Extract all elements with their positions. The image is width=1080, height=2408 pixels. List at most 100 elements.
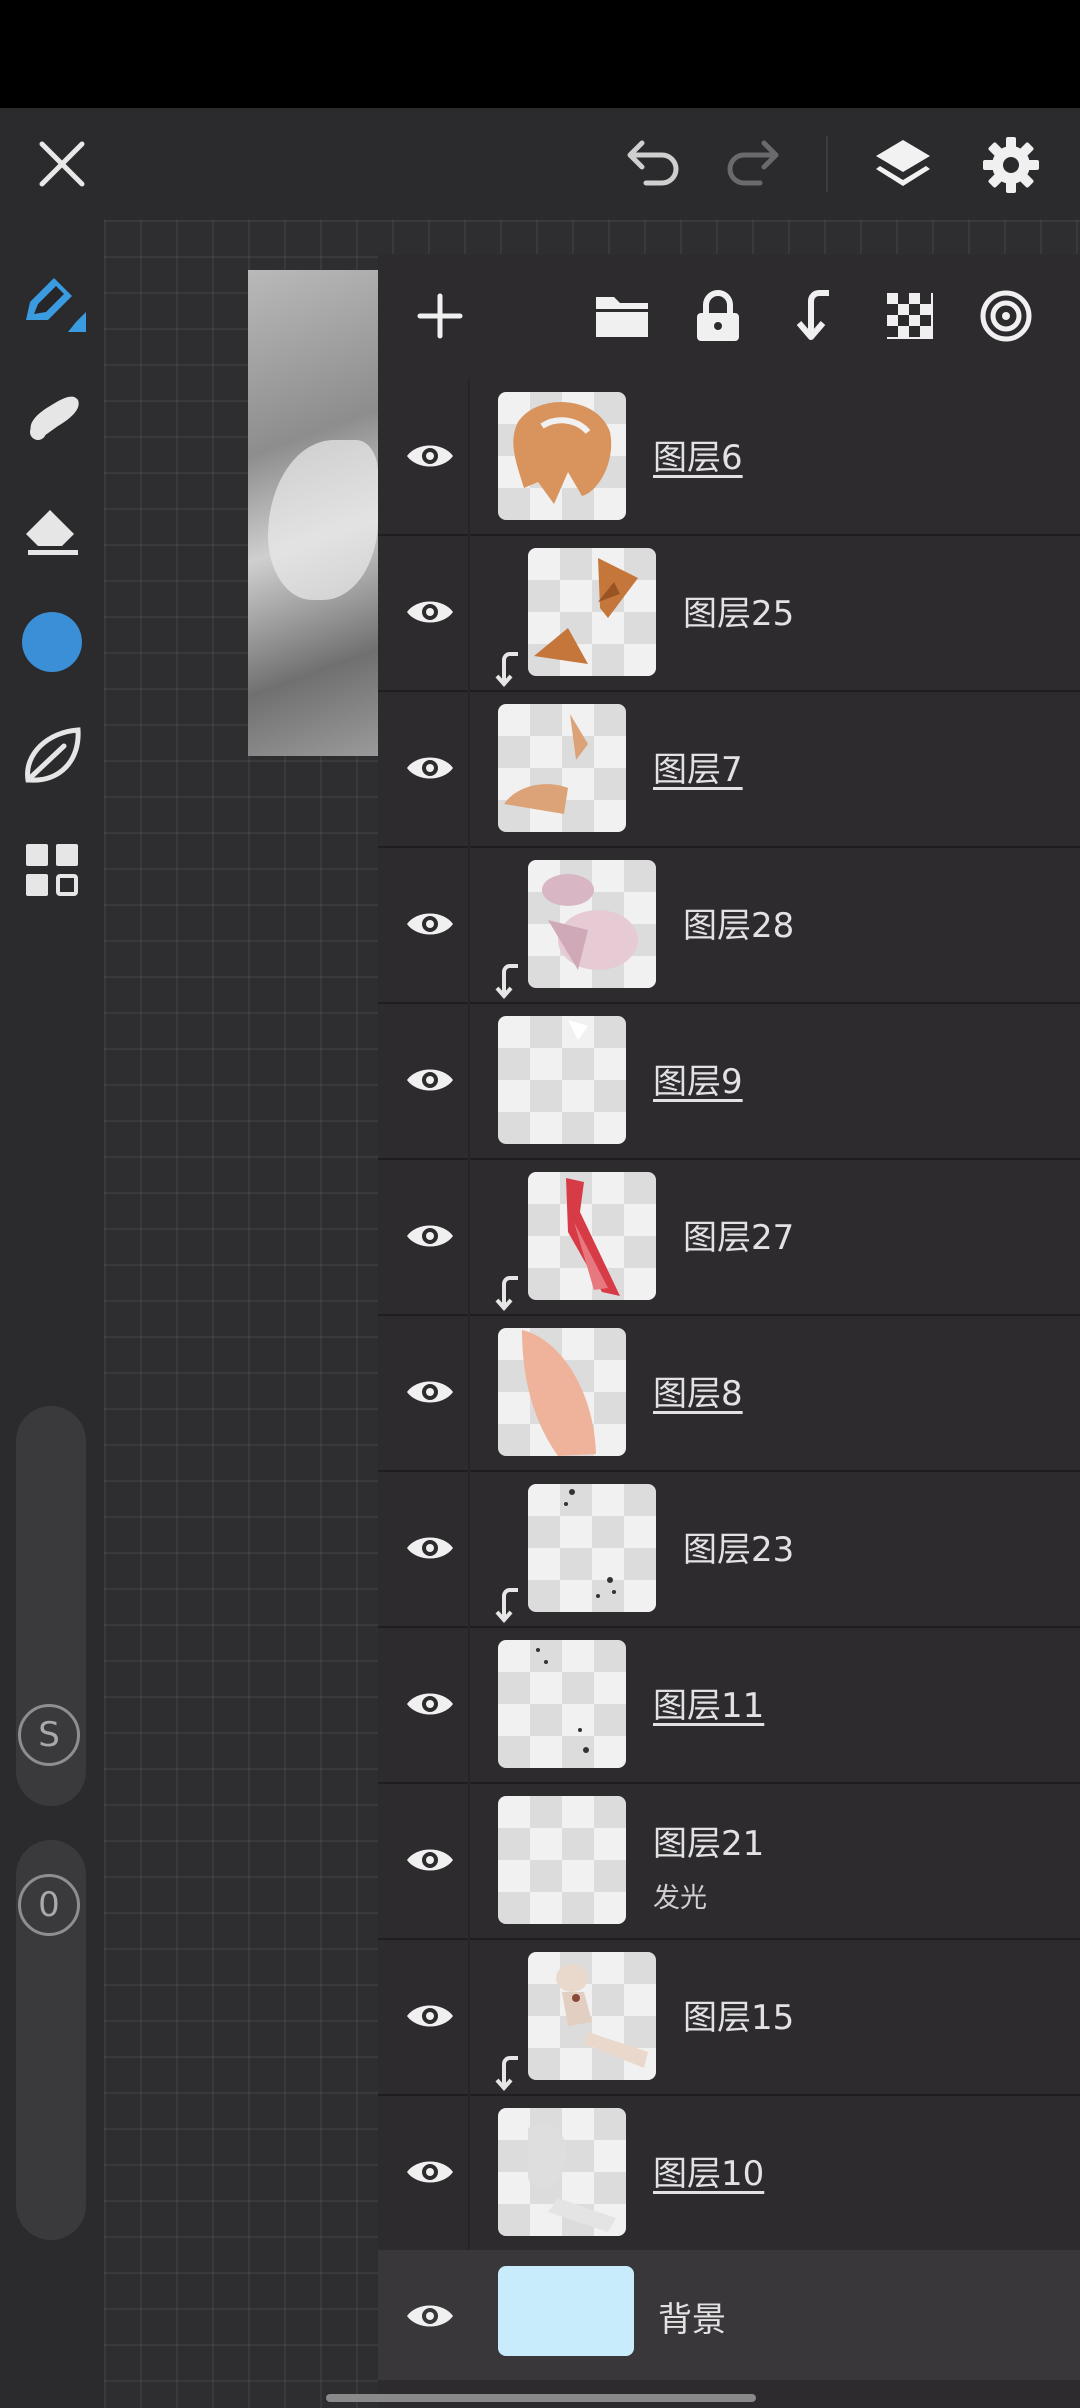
redo-icon [727,140,779,186]
smudge-tool[interactable] [12,374,92,454]
visibility-toggle[interactable] [396,1982,464,2050]
layer-row[interactable]: 图层11 [378,1626,1080,1784]
layer-name: 图层10 [653,2154,765,2194]
merge-down-button[interactable] [782,284,846,348]
layer-name: 图层6 [653,438,743,478]
layer-thumbnail [528,1952,656,2080]
layer-thumbnail [498,1328,626,1456]
top-toolbar [0,108,1080,220]
thumbnail-art [534,558,638,664]
layer-row[interactable]: 图层7 [378,690,1080,848]
row-divider [468,378,470,534]
add-layer-button[interactable] [408,284,472,348]
thumbnail-art [568,1020,588,1040]
layer-thumbnail [528,860,656,988]
row-divider [468,846,470,1002]
background-layer-row[interactable]: 背景 [378,2250,1080,2380]
opacity-knob[interactable]: 0 [18,1874,80,1936]
layer-row[interactable]: 图层6 [378,378,1080,536]
alpha-lock-button[interactable] [878,284,942,348]
visibility-toggle[interactable] [396,1514,464,1582]
eraser-tool[interactable] [12,488,92,568]
selection-tool[interactable] [12,716,92,796]
settings-button[interactable] [976,130,1046,200]
thumbnail-art [564,1489,616,1598]
layer-name: 图层11 [653,1686,765,1726]
layer-name: 图层9 [653,1062,743,1102]
layer-thumbnail [498,704,626,832]
visibility-toggle[interactable] [396,1826,464,1894]
layer-row[interactable]: 图层10 [378,2094,1080,2252]
canvas-artwork [248,270,378,756]
opacity-slider-label: 0 [38,1885,60,1925]
close-icon [39,141,85,187]
eye-icon [407,2305,453,2327]
eye-icon [407,1225,453,1247]
eye-icon [407,1069,453,1091]
thumbnail-art [504,714,588,814]
row-divider [468,534,470,690]
visibility-toggle[interactable] [396,890,464,958]
layer-row[interactable]: 图层15 [378,1938,1080,2096]
size-slider-label: S [38,1715,60,1755]
home-indicator[interactable] [326,2394,756,2402]
row-divider [468,1938,470,2094]
visibility-toggle[interactable] [396,1202,464,1270]
eye-icon [407,1537,453,1559]
layer-row[interactable]: 图层23 [378,1470,1080,1628]
layer-name: 图层21 [653,1824,765,1864]
folder-icon [596,297,648,337]
add-icon [417,293,463,339]
thumbnail-art [542,874,638,970]
redo-button[interactable] [720,134,784,194]
background-color-swatch[interactable] [498,2266,634,2356]
merge-down-icon [796,290,829,340]
brush-icon [26,278,86,332]
eye-icon [407,1849,453,1871]
visibility-toggle[interactable] [396,2282,464,2350]
brush-tool[interactable] [12,260,92,340]
layer-row[interactable]: 图层9 [378,1002,1080,1160]
visibility-toggle[interactable] [396,1670,464,1738]
visibility-toggle[interactable] [396,1046,464,1114]
undo-button[interactable] [622,134,686,194]
eye-icon [407,2161,453,2183]
clipping-mask-icon [495,652,518,688]
layer-row[interactable]: 图层27 [378,1158,1080,1316]
layer-row[interactable]: 图层21 发光 [378,1782,1080,1940]
thumbnail-art [536,1648,589,1753]
background-layer-name: 背景 [658,2300,726,2340]
row-divider [468,1782,470,1938]
visibility-toggle[interactable] [396,422,464,490]
undo-icon [627,140,679,186]
eye-icon [407,445,453,467]
layers-icon [876,140,930,186]
eraser-icon [26,510,78,555]
reference-button[interactable] [974,284,1038,348]
thumbnail-art [513,401,612,504]
grid-icon [26,844,78,896]
close-button[interactable] [30,132,94,196]
target-icon [980,290,1032,342]
current-color-circle [22,612,82,672]
visibility-toggle[interactable] [396,1358,464,1426]
layer-row[interactable]: 图层28 [378,846,1080,1004]
visibility-toggle[interactable] [396,578,464,646]
eye-icon [407,1381,453,1403]
layer-name: 图层28 [683,906,795,946]
color-swatch[interactable] [12,602,92,682]
layer-row[interactable]: 图层8 [378,1314,1080,1472]
row-divider [468,1158,470,1314]
visibility-toggle[interactable] [396,2138,464,2206]
row-divider [468,2094,470,2250]
lock-layer-button[interactable] [686,284,750,348]
row-divider [468,1626,470,1782]
group-folder-button[interactable] [590,284,654,348]
visibility-toggle[interactable] [396,734,464,802]
layers-button[interactable] [868,130,938,200]
row-divider [468,1470,470,1626]
tool-sidebar: S 0 [0,220,104,2408]
brush-size-knob[interactable]: S [18,1704,80,1766]
layer-row[interactable]: 图层25 [378,534,1080,692]
gallery-tool[interactable] [12,830,92,910]
